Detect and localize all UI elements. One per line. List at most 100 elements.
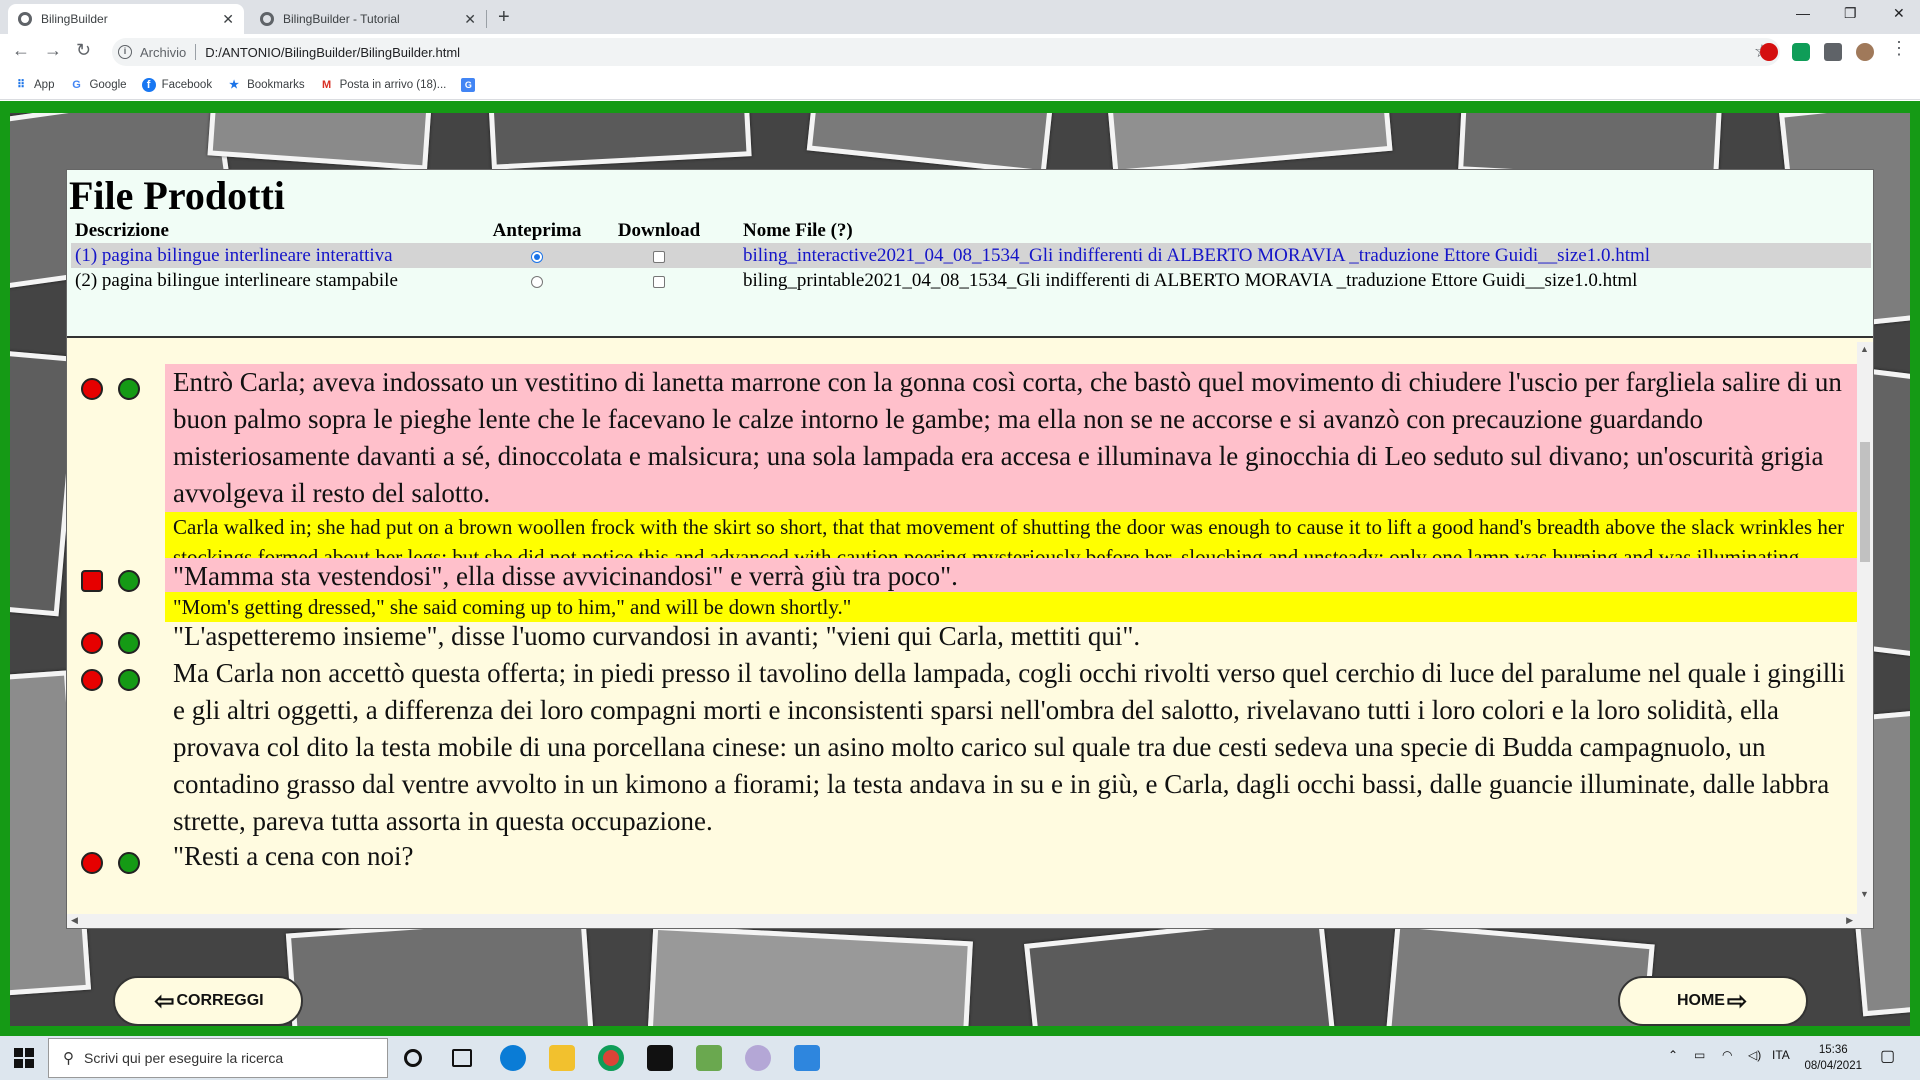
bookmark-bookmarks[interactable]: ★ Bookmarks <box>227 78 305 92</box>
italian-sentence: Entrò Carla; aveva indossato un vestitin… <box>165 364 1857 512</box>
files-produced-section: File Prodotti Descrizione Anteprima Down… <box>67 170 1873 338</box>
photos-icon[interactable] <box>794 1045 820 1071</box>
opera-icon[interactable] <box>1760 43 1778 61</box>
header-filename[interactable]: Nome File (?) <box>743 218 853 243</box>
checkbox[interactable] <box>653 250 665 263</box>
red-dot-icon[interactable] <box>81 378 103 400</box>
puzzle-icon[interactable] <box>1824 43 1842 61</box>
bookmark-label: Bookmarks <box>247 78 305 91</box>
scroll-down-icon[interactable]: ▼ <box>1860 889 1869 899</box>
close-icon[interactable]: ✕ <box>222 11 234 28</box>
bookmark-app[interactable]: ⠿ App <box>14 78 55 92</box>
file-explorer-icon[interactable] <box>549 1045 575 1071</box>
background-photo <box>806 113 1054 176</box>
download-checkbox[interactable] <box>611 268 707 293</box>
download-checkbox[interactable] <box>611 243 707 268</box>
feather-icon[interactable] <box>745 1045 771 1071</box>
clock[interactable]: 15:36 08/04/2021 <box>1804 1042 1862 1074</box>
language-indicator[interactable]: ITA <box>1772 1048 1790 1062</box>
info-icon[interactable]: i <box>118 45 132 59</box>
background-photo <box>207 113 433 171</box>
bilingual-text-view[interactable]: Entrò Carla; aveva indossato un vestitin… <box>67 342 1873 915</box>
edge-icon[interactable] <box>500 1045 526 1071</box>
header-download: Download <box>617 220 701 241</box>
red-dot-icon[interactable] <box>81 852 103 874</box>
search-icon: ⚲ <box>63 1050 74 1067</box>
bookmark-gmail[interactable]: M Posta in arrivo (18)... <box>320 78 447 92</box>
minimize-icon[interactable]: — <box>1796 5 1810 21</box>
close-window-icon[interactable]: ✕ <box>1893 5 1905 22</box>
scroll-right-icon[interactable]: ▶ <box>1846 915 1853 926</box>
table-row[interactable]: (1) pagina bilingue interlineare interat… <box>71 243 1871 268</box>
home-button[interactable]: HOME ⇨ <box>1618 976 1808 1026</box>
apps-grid-icon: ⠿ <box>16 79 26 91</box>
bookmark-google[interactable]: G Google <box>69 78 126 92</box>
taskbar-search[interactable]: ⚲ Scrivi qui per eseguire la ricerca <box>48 1038 388 1078</box>
green-dot-icon[interactable] <box>118 669 140 691</box>
table-row[interactable]: (2) pagina bilingue interlineare stampab… <box>71 268 1871 293</box>
main-panel: File Prodotti Descrizione Anteprima Down… <box>66 169 1874 929</box>
background-photo <box>1024 912 1336 1026</box>
radio-button[interactable] <box>531 275 543 288</box>
forward-arrow-icon[interactable]: → <box>44 40 62 61</box>
tab-tutorial[interactable]: BilingBuilder - Tutorial ✕ <box>250 4 486 34</box>
scrollbar-thumb[interactable] <box>1860 442 1870 562</box>
horizontal-scrollbar[interactable]: ◀ ▶ <box>67 914 1873 928</box>
background-photo <box>1107 113 1393 176</box>
preview-radio[interactable] <box>487 268 587 293</box>
search-placeholder: Scrivi qui per eseguire la ricerca <box>84 1050 284 1066</box>
italian-sentence: "Mamma sta vestendosi", ella disse avvic… <box>165 558 1857 595</box>
preview-radio[interactable] <box>487 243 587 268</box>
reload-icon[interactable]: ↻ <box>76 40 91 61</box>
task-view-icon[interactable] <box>452 1049 472 1067</box>
row-filename[interactable]: biling_interactive2021_04_08_1534_Gli in… <box>743 243 1650 268</box>
globe-icon <box>260 12 274 26</box>
notification-icon[interactable]: ▢ <box>1880 1046 1895 1066</box>
chevron-up-icon[interactable]: ⌃ <box>1668 1048 1678 1062</box>
green-dot-icon[interactable] <box>118 852 140 874</box>
translate-icon: G <box>461 77 476 92</box>
shield-icon[interactable] <box>1792 43 1810 61</box>
bookmark-label: Posta in arrivo (18)... <box>339 78 447 91</box>
windows-taskbar: ⚲ Scrivi qui per eseguire la ricerca ⌃ ▭… <box>0 1036 1920 1080</box>
tab-bilingbuilder[interactable]: BilingBuilder ✕ <box>8 4 244 34</box>
correggi-button[interactable]: ⇦ CORREGGI <box>113 976 303 1026</box>
menu-icon[interactable]: ⋮ <box>1890 38 1908 59</box>
network-icon[interactable]: ▭ <box>1694 1048 1705 1062</box>
windows-start-icon[interactable] <box>14 1048 34 1068</box>
restore-icon[interactable]: ❐ <box>1844 5 1857 22</box>
red-dot-icon[interactable] <box>81 632 103 654</box>
scroll-up-icon[interactable]: ▲ <box>1860 344 1869 354</box>
terminal-icon[interactable] <box>647 1045 673 1071</box>
row-filename[interactable]: biling_printable2021_04_08_1534_Gli indi… <box>743 268 1637 293</box>
address-origin: Archivio <box>140 44 187 60</box>
facebook-icon: f <box>141 77 156 92</box>
checkbox[interactable] <box>653 275 665 288</box>
clock-time: 15:36 <box>1818 1044 1848 1056</box>
red-square-icon[interactable] <box>81 570 103 592</box>
arrow-left-icon: ⇦ <box>154 987 175 1015</box>
green-dot-icon[interactable] <box>118 632 140 654</box>
browser-toolbar: ← → ↻ i Archivio D:/ANTONIO/BilingBuilde… <box>0 34 1920 70</box>
wifi-icon[interactable]: ◠ <box>1722 1048 1732 1062</box>
address-bar[interactable]: i Archivio D:/ANTONIO/BilingBuilder/Bili… <box>112 38 1780 66</box>
red-dot-icon[interactable] <box>81 669 103 691</box>
bookmark-facebook[interactable]: f Facebook <box>141 77 213 92</box>
bookmark-translate[interactable]: G <box>461 77 481 92</box>
arrow-right-icon: ⇨ <box>1726 987 1748 1015</box>
volume-icon[interactable]: ◁) <box>1748 1048 1761 1062</box>
scroll-left-icon[interactable]: ◀ <box>71 915 78 926</box>
chrome-icon[interactable] <box>598 1045 624 1071</box>
files-table: Descrizione Anteprima Download Nome File… <box>71 218 1871 293</box>
close-icon[interactable]: ✕ <box>464 11 476 28</box>
vertical-scrollbar[interactable]: ▲ ▼ <box>1857 342 1873 915</box>
bookmark-label: Facebook <box>161 78 213 91</box>
plus-icon[interactable]: + <box>498 6 510 29</box>
back-arrow-icon[interactable]: ← <box>12 40 30 61</box>
cortana-icon[interactable] <box>404 1049 422 1067</box>
avatar[interactable] <box>1856 43 1874 61</box>
notepad-icon[interactable] <box>696 1045 722 1071</box>
radio-button-selected[interactable] <box>531 250 543 263</box>
green-dot-icon[interactable] <box>118 570 140 592</box>
green-dot-icon[interactable] <box>118 378 140 400</box>
